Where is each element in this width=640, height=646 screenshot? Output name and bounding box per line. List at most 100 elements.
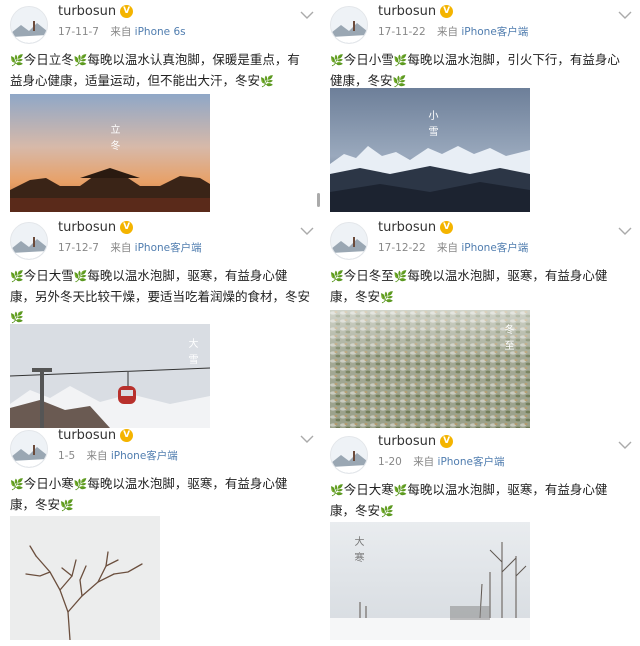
post-image[interactable]: 立冬 [10, 94, 210, 212]
post-date[interactable]: 17-12-7 [58, 242, 99, 254]
photo-caption: 冬至 [502, 324, 513, 356]
source-prefix: 来自 [437, 26, 459, 38]
chevron-down-icon[interactable] [300, 226, 314, 236]
verified-badge-icon: V [120, 5, 134, 18]
leaf-emoji-icon: 🌿 [380, 291, 394, 304]
leaf-emoji-icon: 🌿 [10, 54, 24, 67]
source-prefix: 来自 [437, 242, 459, 254]
snow-landscape-avatar-icon [11, 223, 47, 259]
username-row[interactable]: turbosun V [378, 220, 454, 235]
leaf-emoji-icon: 🌿 [380, 505, 394, 518]
post-text: 🌿今日小寒🌿每晚以温水泡脚，驱寒，有益身心健康，冬安🌿 [10, 474, 310, 516]
verified-badge-icon: V [440, 435, 454, 448]
verified-badge-icon: V [120, 221, 134, 234]
leaf-emoji-icon: 🌿 [393, 54, 408, 67]
username-row[interactable]: turbosun V [378, 4, 454, 19]
post-meta: 1-20 来自 iPhone客户端 [378, 454, 504, 469]
verified-badge-icon: V [440, 5, 454, 18]
username[interactable]: turbosun [58, 428, 116, 443]
leaf-emoji-icon: 🌿 [330, 270, 344, 283]
post-solar-term: 今日小寒 [23, 476, 74, 491]
username-row[interactable]: turbosun V [58, 4, 134, 19]
post-image[interactable]: 小雪 [330, 88, 530, 212]
post-text: 🌿今日立冬🌿每晚以温水认真泡脚，保暖是重点，有益身心健康，适量运动，但不能出大汗… [10, 50, 310, 92]
avatar[interactable] [330, 222, 368, 260]
username-row[interactable]: turbosun V [378, 434, 454, 449]
weibo-post: turbosun V 17-11-7 来自 iPhone 6s 🌿今日立冬🌿每晚… [10, 4, 320, 216]
snow-landscape-avatar-icon [11, 7, 47, 43]
username[interactable]: turbosun [58, 4, 116, 19]
leaf-emoji-icon: 🌿 [393, 270, 408, 283]
post-image[interactable]: 大寒 [330, 522, 530, 640]
weibo-post: turbosun V 1-20 来自 iPhone客户端 🌿今日大寒🌿每晚以温水… [330, 434, 640, 646]
leaf-emoji-icon: 🌿 [392, 75, 407, 88]
post-solar-term: 今日大雪 [23, 268, 74, 283]
weibo-post: turbosun V 17-12-7 来自 iPhone客户端 🌿今日大雪🌿每晚… [10, 220, 320, 432]
post-date[interactable]: 17-11-22 [378, 26, 426, 38]
leaf-emoji-icon: 🌿 [73, 478, 88, 491]
post-image[interactable] [10, 516, 160, 640]
scrollbar-thumb[interactable] [317, 193, 320, 207]
post-text: 🌿今日大雪🌿每晚以温水泡脚，驱寒，有益身心健康，另外冬天比较干燥，要适当吃着润燥… [10, 266, 310, 328]
post-meta: 1-5 来自 iPhone客户端 [58, 448, 178, 463]
snow-landscape-avatar-icon [331, 7, 367, 43]
chevron-down-icon[interactable] [300, 10, 314, 20]
chevron-down-icon[interactable] [618, 10, 632, 20]
photo-caption: 立冬 [108, 124, 119, 156]
post-date[interactable]: 17-11-7 [58, 26, 99, 38]
chevron-down-icon[interactable] [300, 434, 314, 444]
post-text: 🌿今日小雪🌿每晚以温水泡脚，引火下行，有益身心健康，冬安🌿 [330, 50, 630, 92]
leaf-emoji-icon: 🌿 [10, 311, 24, 324]
cable-car-image [10, 324, 210, 428]
post-meta: 17-12-22 来自 iPhone客户端 [378, 240, 528, 255]
leaf-emoji-icon: 🌿 [10, 270, 24, 283]
leaf-emoji-icon: 🌿 [73, 270, 88, 283]
post-text: 🌿今日冬至🌿每晚以温水泡脚，驱寒，有益身心健康，冬安🌿 [330, 266, 630, 308]
username[interactable]: turbosun [378, 4, 436, 19]
leaf-emoji-icon: 🌿 [330, 54, 344, 67]
post-solar-term: 今日冬至 [343, 268, 394, 283]
avatar[interactable] [330, 436, 368, 474]
source-prefix: 来自 [413, 456, 435, 468]
source-link[interactable]: iPhone客户端 [461, 26, 528, 38]
username[interactable]: turbosun [378, 220, 436, 235]
username-row[interactable]: turbosun V [58, 428, 134, 443]
leaf-emoji-icon: 🌿 [393, 484, 408, 497]
weibo-post: turbosun V 17-12-22 来自 iPhone客户端 🌿今日冬至🌿每… [330, 220, 640, 432]
source-link[interactable]: iPhone 6s [135, 26, 186, 38]
leaf-emoji-icon: 🌿 [73, 54, 88, 67]
source-prefix: 来自 [110, 26, 132, 38]
avatar[interactable] [10, 222, 48, 260]
source-link[interactable]: iPhone客户端 [461, 242, 528, 254]
source-prefix: 来自 [86, 450, 108, 462]
photo-caption: 大雪 [186, 338, 197, 370]
chevron-down-icon[interactable] [618, 226, 632, 236]
post-image[interactable]: 冬至 [330, 310, 530, 428]
post-date[interactable]: 1-20 [378, 456, 402, 468]
post-meta: 17-11-7 来自 iPhone 6s [58, 24, 186, 39]
chevron-down-icon[interactable] [618, 440, 632, 450]
avatar[interactable] [10, 430, 48, 468]
post-meta: 17-12-7 来自 iPhone客户端 [58, 240, 202, 255]
avatar[interactable] [10, 6, 48, 44]
leaf-emoji-icon: 🌿 [330, 484, 344, 497]
post-solar-term: 今日小雪 [343, 52, 394, 67]
username[interactable]: turbosun [378, 434, 436, 449]
avatar[interactable] [330, 6, 368, 44]
source-link[interactable]: iPhone客户端 [438, 456, 505, 468]
snow-landscape-avatar-icon [331, 223, 367, 259]
post-image[interactable]: 大雪 [10, 324, 210, 428]
username[interactable]: turbosun [58, 220, 116, 235]
post-solar-term: 今日大寒 [343, 482, 394, 497]
post-date[interactable]: 1-5 [58, 450, 75, 462]
photo-caption: 大寒 [352, 536, 363, 568]
post-date[interactable]: 17-12-22 [378, 242, 426, 254]
bare-branch-image [10, 516, 160, 640]
verified-badge-icon: V [440, 221, 454, 234]
snow-landscape-avatar-icon [11, 431, 47, 467]
username-row[interactable]: turbosun V [58, 220, 134, 235]
weibo-post: turbosun V 1-5 来自 iPhone客户端 🌿今日小寒🌿每晚以温水泡… [10, 428, 320, 640]
weibo-post: turbosun V 17-11-22 来自 iPhone客户端 🌿今日小雪🌿每… [330, 4, 640, 216]
source-link[interactable]: iPhone客户端 [135, 242, 202, 254]
source-link[interactable]: iPhone客户端 [111, 450, 178, 462]
